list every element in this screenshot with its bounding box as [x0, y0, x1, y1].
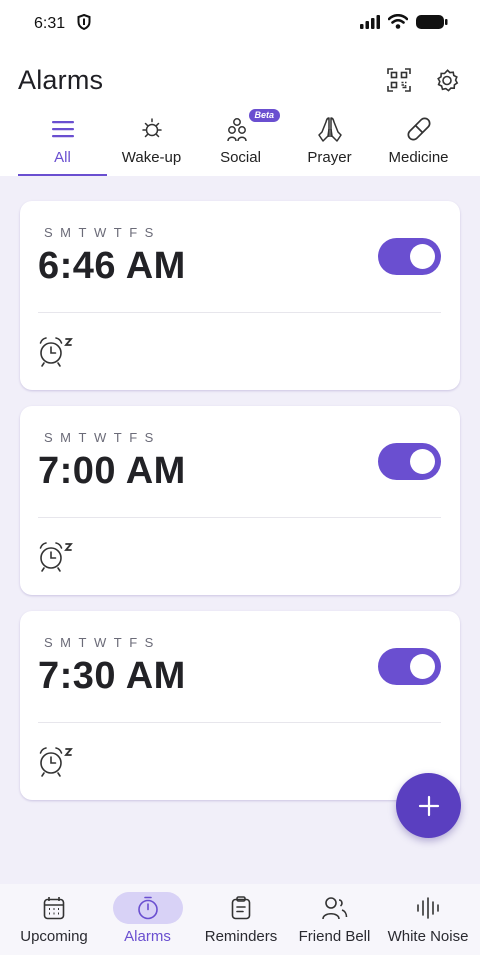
praying-hands-icon: [316, 115, 344, 143]
alarm-toggle[interactable]: [378, 238, 441, 275]
beta-badge: Beta: [248, 109, 281, 122]
header-actions: [386, 67, 460, 93]
nav-label: Reminders: [204, 928, 278, 945]
tab-medicine[interactable]: Medicine: [374, 108, 463, 176]
tab-label: Medicine: [388, 149, 449, 166]
day-label: M: [60, 430, 72, 445]
shield-icon: [77, 13, 91, 35]
tab-all[interactable]: All: [18, 108, 107, 176]
day-label: S: [144, 635, 154, 650]
status-right: [360, 13, 448, 35]
people-icon: Beta: [226, 109, 281, 143]
signal-icon: [360, 14, 380, 34]
day-label: T: [78, 430, 87, 445]
tab-wake-up[interactable]: Wake-up: [107, 108, 196, 176]
pill-icon: [405, 115, 433, 143]
bottom-navigation: Upcoming Alarms Reminders Friend Bell Wh…: [0, 884, 480, 955]
wifi-icon: [387, 13, 409, 34]
day-label: F: [129, 225, 138, 240]
toggle-knob: [410, 244, 435, 269]
repeat-days: S M T W T F S: [44, 635, 154, 650]
clipboard-icon: [206, 892, 276, 924]
repeat-days: S M T W T F S: [44, 430, 154, 445]
gear-icon[interactable]: [434, 67, 460, 93]
alarm-card[interactable]: S M T W T F S 7:30 AM: [20, 611, 460, 800]
tab-label: Social: [220, 149, 261, 166]
tab-label: All: [54, 149, 71, 166]
snooze-alarm-clock-icon[interactable]: [38, 540, 76, 574]
tab-prayer[interactable]: Prayer: [285, 108, 374, 176]
alarm-time: 7:30 AM: [38, 655, 186, 697]
nav-alarms[interactable]: Alarms: [102, 884, 194, 955]
day-label: T: [113, 635, 123, 650]
status-time: 6:31: [34, 15, 66, 32]
day-label: M: [60, 635, 72, 650]
day-label: S: [44, 635, 54, 650]
battery-icon: [416, 14, 448, 35]
day-label: F: [129, 635, 138, 650]
alarm-time: 6:46 AM: [38, 245, 186, 287]
alarm-card[interactable]: S M T W T F S 6:46 AM: [20, 201, 460, 390]
page-title: Alarms: [18, 64, 104, 95]
toggle-knob: [410, 449, 435, 474]
status-bar: 6:31: [0, 0, 480, 48]
nav-label: Alarms: [124, 928, 171, 945]
card-divider: [38, 517, 441, 518]
day-label: T: [113, 430, 123, 445]
timer-icon: [112, 892, 183, 924]
snooze-alarm-clock-icon[interactable]: [38, 745, 76, 779]
repeat-days: S M T W T F S: [44, 225, 154, 240]
day-label: S: [44, 430, 54, 445]
sun-icon: [138, 115, 166, 143]
menu-icon: [49, 115, 77, 143]
nav-label: Upcoming: [20, 928, 88, 945]
sound-wave-icon: [393, 892, 463, 924]
day-label: T: [78, 635, 87, 650]
add-alarm-button[interactable]: [396, 773, 461, 838]
snooze-alarm-clock-icon[interactable]: [38, 335, 76, 369]
day-label: W: [93, 430, 107, 445]
nav-label: Friend Bell: [298, 928, 371, 945]
nav-upcoming[interactable]: Upcoming: [8, 884, 100, 955]
day-label: S: [144, 430, 154, 445]
alarm-card[interactable]: S M T W T F S 7:00 AM: [20, 406, 460, 595]
category-tabs: All Wake-up Beta Social Prayer Medicine: [0, 108, 480, 176]
nav-reminders[interactable]: Reminders: [195, 884, 287, 955]
alarm-toggle[interactable]: [378, 443, 441, 480]
day-label: F: [129, 430, 138, 445]
alarm-time: 7:00 AM: [38, 450, 186, 492]
day-label: S: [44, 225, 54, 240]
nav-white-noise[interactable]: White Noise: [382, 884, 474, 955]
friends-icon: [300, 892, 370, 924]
alarm-toggle[interactable]: [378, 648, 441, 685]
day-label: T: [113, 225, 123, 240]
tab-label: Wake-up: [121, 149, 182, 166]
card-divider: [38, 312, 441, 313]
qr-code-icon[interactable]: [386, 67, 412, 93]
calendar-icon: [19, 892, 89, 924]
alarm-list: S M T W T F S 6:46 AM S M T W T F S 7:00…: [0, 176, 480, 884]
nav-friend-bell[interactable]: Friend Bell: [289, 884, 381, 955]
day-label: M: [60, 225, 72, 240]
tab-social[interactable]: Beta Social: [196, 108, 285, 176]
card-divider: [38, 722, 441, 723]
app-header: Alarms: [0, 56, 480, 104]
tab-label: Prayer: [307, 149, 352, 166]
day-label: W: [93, 635, 107, 650]
day-label: T: [78, 225, 87, 240]
day-label: W: [93, 225, 107, 240]
day-label: S: [144, 225, 154, 240]
status-left: 6:31: [34, 13, 91, 35]
plus-icon: [418, 795, 439, 816]
toggle-knob: [410, 654, 435, 679]
nav-label: White Noise: [387, 928, 469, 945]
